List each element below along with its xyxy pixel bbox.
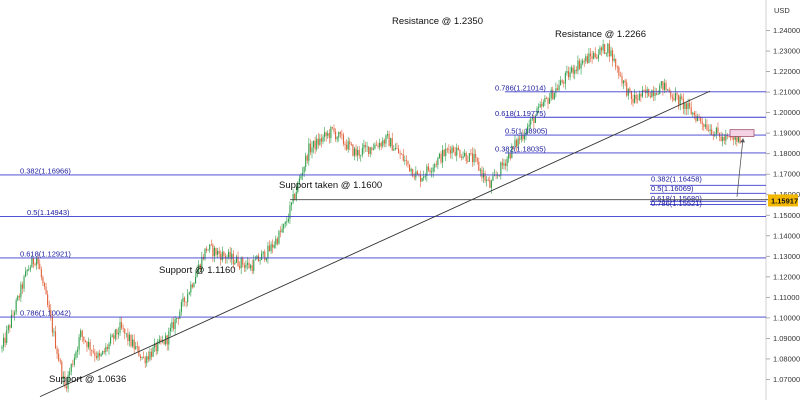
current-price-label: 1.15917	[771, 196, 798, 205]
y-tick-label: 1.14000	[773, 231, 800, 240]
y-tick-label: 1.09000	[773, 334, 800, 343]
y-tick-label: 1.12000	[773, 272, 800, 281]
candle	[278, 229, 280, 245]
fib-label: 0.5(1.16069)	[651, 184, 694, 193]
fib-label: 0.786(1.10042)	[20, 309, 71, 318]
candle	[553, 92, 555, 101]
current-price-tag: 1.15917	[768, 194, 798, 207]
annotation-label: Resistance @ 1.2266	[555, 29, 646, 40]
y-tick-label: 1.18000	[773, 149, 800, 158]
axis-unit-label: USD	[774, 6, 790, 15]
y-tick-label: 1.21000	[773, 88, 800, 97]
annotation-label: Support taken @ 1.1600	[279, 180, 382, 191]
annotation-label: Support @ 1.0636	[49, 374, 126, 385]
candle	[412, 168, 414, 178]
y-tick-label: 1.24000	[773, 26, 800, 35]
candle	[651, 89, 653, 98]
fib-label: 0.786(1.15521)	[651, 199, 702, 208]
annotation-label: Support @ 1.1160	[159, 265, 236, 276]
fib-label: 0.382(1.16458)	[651, 174, 702, 183]
candle	[352, 143, 354, 157]
y-tick-label: 1.22000	[773, 67, 800, 76]
candle	[409, 164, 411, 172]
chart: USD 0.382(1.16966) 0.5(1.14943) 0.618(1.12…	[0, 0, 800, 400]
candle	[459, 149, 461, 159]
y-tick-label: 1.20000	[773, 108, 800, 117]
fib-label: 0.5(1.14943)	[27, 208, 70, 217]
candle	[468, 152, 470, 163]
fib-label: 0.618(1.19775)	[495, 109, 546, 118]
y-tick-label: 1.23000	[773, 47, 800, 56]
candle	[604, 43, 606, 55]
target-box	[729, 129, 755, 137]
fib-label: 0.5(1.18905)	[505, 127, 548, 136]
y-tick-label: 1.10000	[773, 313, 800, 322]
fib-label: 0.618(1.12921)	[20, 249, 71, 258]
candle	[204, 248, 206, 261]
y-tick-label: 1.13000	[773, 252, 800, 261]
fib-label: 0.786(1.21014)	[495, 83, 546, 92]
price-chart: USD 0.382(1.16966) 0.5(1.14943) 0.618(1.12…	[0, 0, 800, 400]
candle	[421, 177, 423, 182]
y-tick-label: 1.15000	[773, 211, 800, 220]
candle	[443, 148, 445, 157]
y-tick-label: 1.19000	[773, 129, 800, 138]
y-tick-label: 1.17000	[773, 170, 800, 179]
y-tick-label: 1.08000	[773, 354, 800, 363]
candle	[648, 88, 650, 97]
y-tick-label: 1.07000	[773, 375, 800, 384]
fib-label: 0.382(1.16966)	[20, 166, 71, 175]
candle	[130, 334, 132, 348]
fib-label: 0.382(1.18035)	[495, 144, 546, 153]
annotation-label: Resistance @ 1.2350	[392, 16, 483, 27]
y-tick-label: 1.11000	[773, 293, 800, 302]
